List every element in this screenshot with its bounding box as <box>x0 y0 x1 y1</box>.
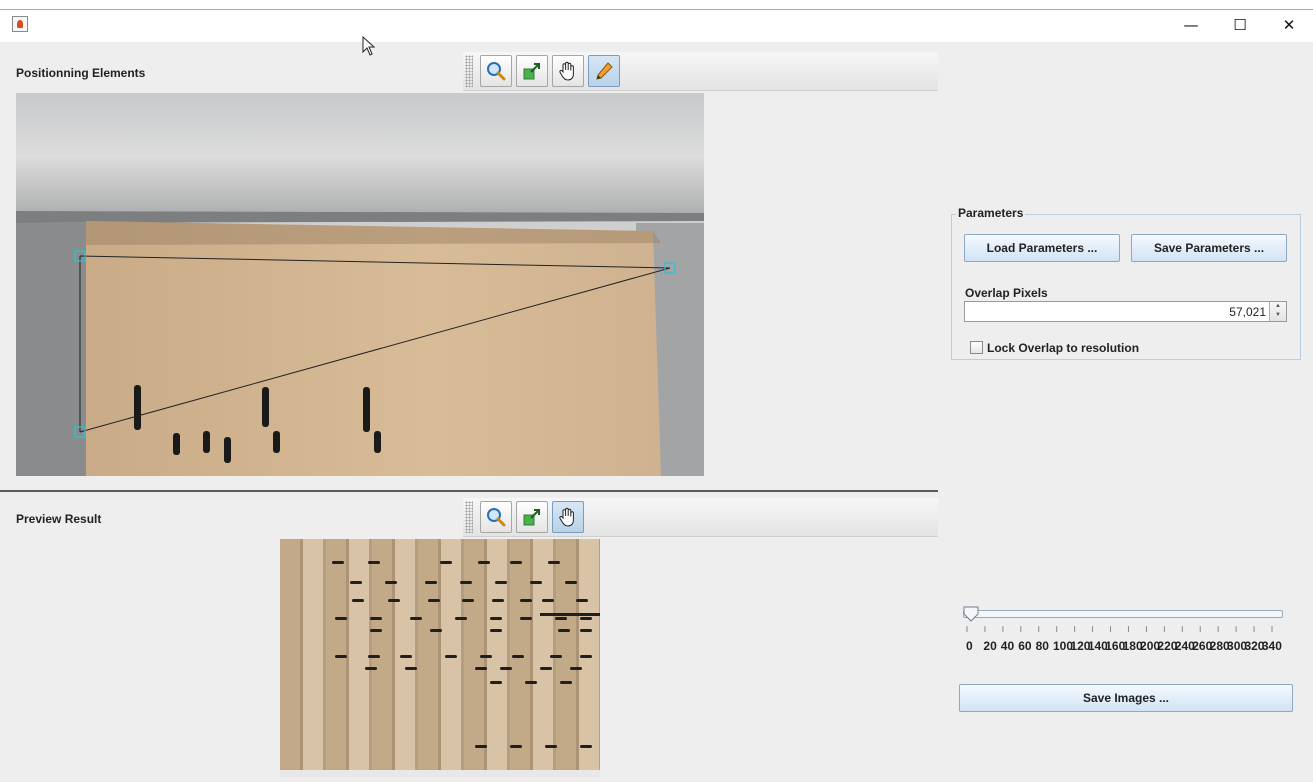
split-divider[interactable] <box>0 490 938 492</box>
slider-tick-label: 80 <box>1035 639 1049 653</box>
zoom-button[interactable] <box>480 55 512 87</box>
spinner-up-icon[interactable]: ▲ <box>1270 302 1286 311</box>
title-bar-accent-line <box>0 9 1313 10</box>
stitched-preview-image <box>280 539 600 777</box>
overlap-pixels-spinner[interactable]: 57,021 ▲ ▼ <box>964 301 1287 322</box>
slider-tick-label: 340 <box>1261 639 1282 653</box>
java-app-icon <box>12 16 28 32</box>
slider-tick-label: 60 <box>1018 639 1032 653</box>
maximize-button[interactable]: ☐ <box>1225 14 1255 36</box>
close-icon: ✕ <box>1282 16 1296 34</box>
title-bar: — ☐ ✕ <box>0 0 1313 42</box>
pencil-icon <box>596 62 613 80</box>
preview-toolbar <box>463 498 938 537</box>
save-parameters-button[interactable]: Save Parameters ... <box>1131 234 1287 262</box>
zoom-button[interactable] <box>480 501 512 533</box>
overlap-pixels-value: 57,021 <box>1229 305 1266 319</box>
slider-thumb[interactable] <box>962 605 980 623</box>
spinner-arrows[interactable]: ▲ ▼ <box>1269 302 1286 321</box>
save-images-button[interactable]: Save Images ... <box>959 684 1293 712</box>
positioning-elements-label: Positionning Elements <box>16 66 146 80</box>
close-button[interactable]: ✕ <box>1274 14 1304 36</box>
maximize-icon: ☐ <box>1233 16 1247 34</box>
parameters-group: Parameters Load Parameters ... Save Para… <box>951 206 1301 360</box>
zoom-icon <box>487 508 506 527</box>
load-parameters-button[interactable]: Load Parameters ... <box>964 234 1120 262</box>
pan-hand-icon <box>559 61 574 81</box>
preview-canvas[interactable] <box>280 539 600 777</box>
positioning-toolbar <box>463 52 938 91</box>
slider-ticks <box>966 626 1273 632</box>
fit-icon <box>523 509 540 526</box>
toolbar-grip[interactable] <box>465 501 473 533</box>
draw-button[interactable] <box>588 55 620 87</box>
lock-overlap-checkbox[interactable] <box>970 341 983 354</box>
pan-hand-icon <box>559 507 574 527</box>
slider-tick-label: 20 <box>983 639 997 653</box>
camera-image <box>16 93 704 476</box>
fit-button[interactable] <box>516 501 548 533</box>
image-slider-track[interactable] <box>963 610 1283 618</box>
fit-button[interactable] <box>516 55 548 87</box>
fit-icon <box>523 63 540 80</box>
slider-tick-label: 0 <box>966 639 973 653</box>
mouse-cursor-icon <box>362 36 376 56</box>
toolbar-grip[interactable] <box>465 55 473 87</box>
minimize-button[interactable]: — <box>1176 14 1206 36</box>
spinner-down-icon[interactable]: ▼ <box>1270 311 1286 320</box>
positioning-canvas[interactable] <box>16 93 704 476</box>
slider-tick-label: 40 <box>1000 639 1015 653</box>
lock-overlap-label: Lock Overlap to resolution <box>987 341 1140 355</box>
zoom-icon <box>487 62 506 81</box>
parameters-title: Parameters <box>956 206 1026 220</box>
pan-button[interactable] <box>552 55 584 87</box>
pan-button[interactable] <box>552 501 584 533</box>
minimize-icon: — <box>1183 16 1199 34</box>
overlap-pixels-label: Overlap Pixels <box>965 286 1048 300</box>
preview-result-label: Preview Result <box>16 512 102 526</box>
